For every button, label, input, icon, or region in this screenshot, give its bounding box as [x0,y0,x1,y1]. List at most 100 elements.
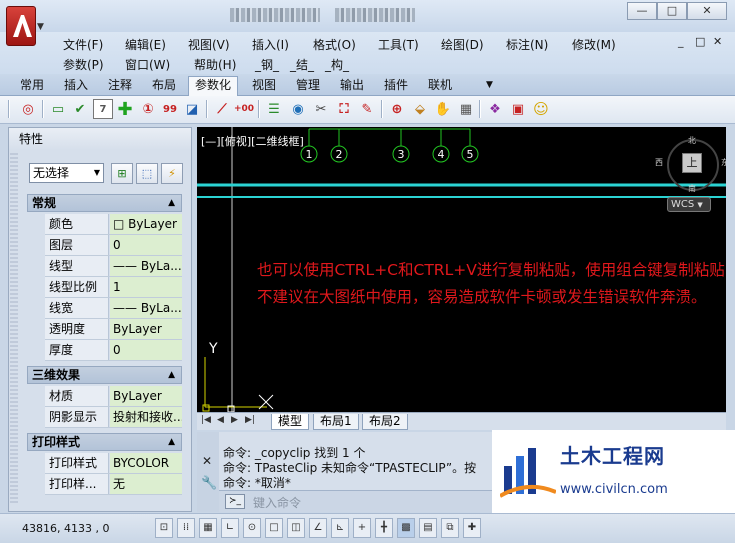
command-prompt-icon[interactable]: ≻_ [225,494,245,509]
3d-osnap-icon[interactable]: ◫ [287,518,305,538]
prop-value[interactable]: 无 [110,474,182,494]
snap-mode-icon[interactable]: ⁞⁞ [177,518,195,538]
menu-draw[interactable]: 绘图(D) [441,36,484,53]
doc-close-button[interactable]: ✕ [713,35,722,48]
menu-file[interactable]: 文件(F) [63,36,103,53]
prop-row-lineweight[interactable]: 线宽 —— ByLa... [45,298,182,319]
section-plot-style[interactable]: 打印样式 ▲ [27,433,182,451]
menu-help[interactable]: 帮助(H) [194,56,236,73]
doc-minimize-button[interactable]: _ [678,35,684,48]
prop-row-transparency[interactable]: 透明度 ByLayer [45,319,182,340]
tab-online[interactable]: 联机 [422,77,458,95]
parallel-constraint-icon[interactable]: 7 [93,99,113,119]
viewcube[interactable]: 北 西 东 南 上 [655,136,726,194]
tab-model[interactable]: 模型 [271,414,310,430]
wcs-dropdown[interactable]: WCS ▼ [667,197,711,212]
prop-row-linetype[interactable]: 线型 —— ByLa... [45,256,182,277]
delete-constraints-icon[interactable]: ⛶ [334,99,354,119]
section-3d-effects[interactable]: 三维效果 ▲ [27,366,182,384]
grid-display-icon[interactable]: ▦ [199,518,217,538]
layer-icon[interactable]: ⬙ [410,99,430,119]
show-dimensions-icon[interactable]: +00 [234,99,254,119]
viewcube-west[interactable]: 西 [655,157,663,168]
prop-value[interactable]: BYCOLOR [110,453,182,473]
next-tab-icon[interactable]: ▶ [231,415,238,425]
edit-constraints-icon[interactable]: ✎ [357,99,377,119]
menu-modify[interactable]: 修改(M) [572,36,616,53]
prop-value[interactable]: 0 [110,235,182,255]
prop-row-thickness[interactable]: 厚度 0 [45,340,182,361]
quick-select-icon[interactable]: ⚡ [161,163,183,184]
list-icon[interactable]: ☰ [264,99,284,119]
menu-window[interactable]: 窗口(W) [125,56,170,73]
block-editor-icon[interactable]: ❖ [485,99,505,119]
tab-plugins[interactable]: 插件 [378,77,414,95]
show-icon[interactable]: ◉ [288,99,308,119]
prop-row-plot-table[interactable]: 打印样... 无 [45,474,182,495]
menu-format[interactable]: 格式(O) [313,36,356,53]
tab-parametric[interactable]: 参数化 [188,76,239,96]
linear-dimension-icon[interactable]: ⟋ [212,99,232,119]
properties-icon[interactable]: ▣ [508,99,528,119]
tab-layout[interactable]: 布局 [146,77,182,95]
wrench-icon[interactable]: 🔧 [201,476,217,491]
infer-constraints-icon[interactable]: ⊡ [155,518,173,538]
drawing-viewport[interactable]: 1 2 3 4 5 Y [—][俯视][二维线框] 也可以使用CTRL+C和CT… [197,127,726,412]
first-tab-icon[interactable]: |◀ [201,415,211,425]
selection-dropdown[interactable]: 无选择 ▼ [29,163,104,183]
coordinate-readout[interactable]: 43816, 4133 , 0 [22,522,109,535]
tab-layout2[interactable]: 布局2 [362,414,408,430]
viewcube-south[interactable]: 南 [688,183,696,194]
window-close-button[interactable]: ✕ [687,2,727,20]
doc-restore-button[interactable]: □ [695,35,705,48]
prop-row-linetype-scale[interactable]: 线型比例 1 [45,277,182,298]
zoom-icon[interactable]: ⊕ [387,99,407,119]
menu-view[interactable]: 视图(V) [188,36,230,53]
object-snap-tracking-icon[interactable]: ∠ [309,518,327,538]
menu-dimension[interactable]: 标注(N) [506,36,548,53]
palette-grip[interactable] [10,153,18,503]
selection-cycling-icon[interactable]: ⧉ [441,518,459,538]
quick-properties-icon[interactable]: ▤ [419,518,437,538]
prop-row-layer[interactable]: 图层 0 [45,235,182,256]
ortho-mode-icon[interactable]: ∟ [221,518,239,538]
dimensional-constraint-icon[interactable]: ▭ [48,99,68,119]
prop-value[interactable]: 0 [110,340,182,360]
viewcube-top-face[interactable]: 上 [682,153,702,173]
tab-layout1[interactable]: 布局1 [313,414,359,430]
section-general[interactable]: 常规 ▲ [27,194,182,212]
viewcube-north[interactable]: 北 [688,135,696,146]
tab-manage[interactable]: 管理 [290,77,326,95]
prop-row-material[interactable]: 材质 ByLayer [45,386,182,407]
prop-row-shadow[interactable]: 阴影显示 投射和接收... [45,407,182,428]
cut-icon[interactable]: ✂ [311,99,331,119]
prop-row-plot-style[interactable]: 打印样式 BYCOLOR [45,453,182,474]
polar-tracking-icon[interactable]: ⊙ [243,518,261,538]
viewport-controls-label[interactable]: [—][俯视][二维线框] [201,133,304,149]
annotation-monitor-icon[interactable]: ✚ [463,518,481,538]
tab-view[interactable]: 视图 [246,77,282,95]
add-constraint-icon[interactable]: ✚ [115,99,135,120]
tab-home[interactable]: 常用 [14,77,50,95]
ribbon-options-dropdown[interactable]: ▼ [480,77,499,95]
close-icon[interactable]: ✕ [202,454,212,468]
menu-insert[interactable]: 插入(I) [252,36,289,53]
fix-constraint-icon[interactable]: ① [138,99,158,119]
window-minimize-button[interactable]: — [627,2,657,20]
pan-hand-icon[interactable]: ✋ [433,99,453,119]
prop-row-color[interactable]: 颜色 □ ByLayer [45,214,182,235]
application-menu-button[interactable]: ▼ [6,6,48,48]
prop-value[interactable]: ByLayer [110,319,182,339]
equal-constraint-icon[interactable]: 99 [160,99,180,119]
calculator-icon[interactable]: ▦ [456,99,476,119]
smiley-icon[interactable]: ☺ [531,99,551,119]
tab-annotate[interactable]: 注释 [102,77,138,95]
prop-value[interactable]: ByLayer [110,386,182,406]
prev-tab-icon[interactable]: ◀ [217,415,224,425]
window-restore-button[interactable]: □ [657,2,687,20]
transparency-icon[interactable]: ▩ [397,518,415,538]
dynamic-input-icon[interactable]: + [353,518,371,538]
tab-output[interactable]: 输出 [334,77,370,95]
command-input[interactable]: ≻_ 键入命令 [219,490,499,512]
select-objects-icon[interactable]: ⬚ [136,163,158,184]
